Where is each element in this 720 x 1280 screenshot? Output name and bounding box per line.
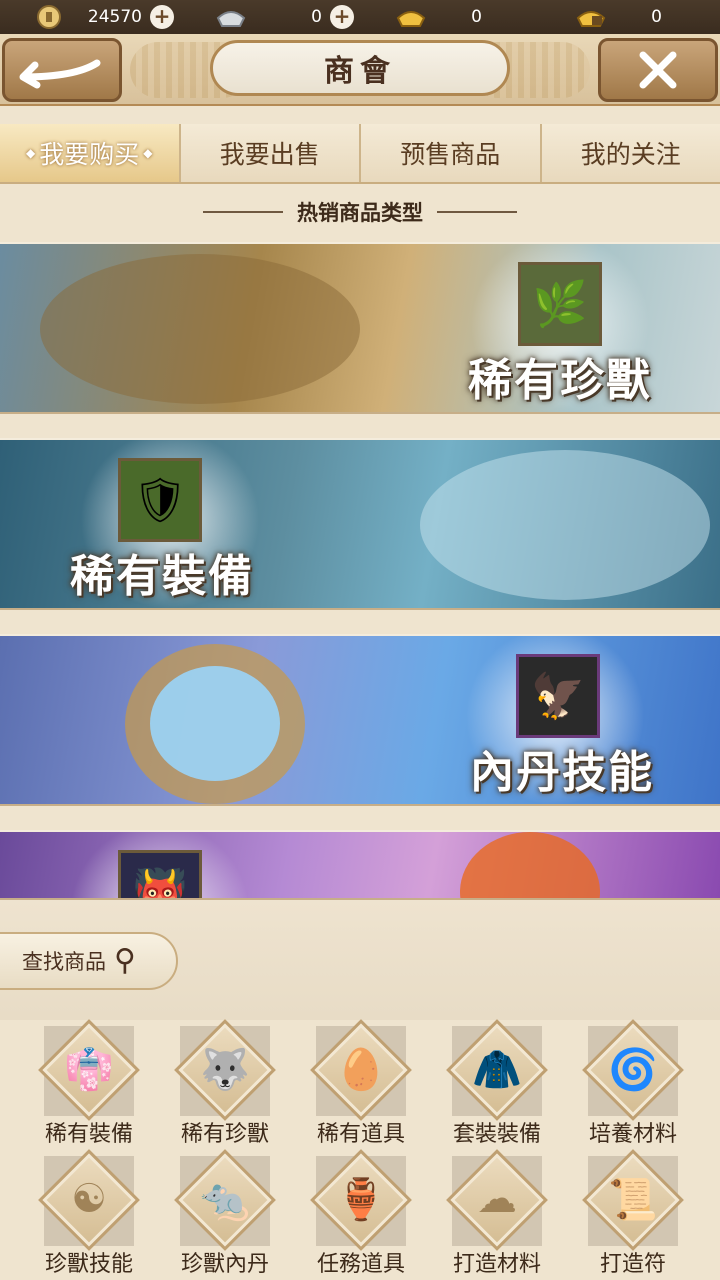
tab-bar: 我要购买 我要出售 预售商品 我的关注 <box>0 124 720 184</box>
category-label: 任務道具 <box>316 1252 405 1277</box>
dragon-art <box>40 254 360 404</box>
locked-gold-icon <box>576 11 606 27</box>
category-label: 稀有珍獸 <box>180 1122 269 1147</box>
banner-inner-core-skill[interactable]: 🦅 內丹技能 <box>0 634 720 806</box>
divider-left <box>203 211 283 213</box>
category-set-equipment[interactable]: 🧥 套裝裝備 <box>432 1019 562 1148</box>
swirl-orb-icon: 🌀 <box>608 1047 658 1093</box>
swirl-art <box>150 666 280 781</box>
tab-presale[interactable]: 预售商品 <box>361 124 542 182</box>
divider-right <box>437 211 517 213</box>
category-label: 稀有道具 <box>316 1122 405 1147</box>
search-button[interactable]: 查找商品 ⚲ <box>0 932 178 990</box>
category-label: 珍獸技能 <box>44 1252 133 1277</box>
page-title: 商會 <box>324 54 396 89</box>
tab-sell[interactable]: 我要出售 <box>181 124 361 182</box>
category-rare-equipment[interactable]: 👘 稀有裝備 <box>24 1019 154 1148</box>
currency-locked-gold: 0 <box>540 0 720 34</box>
add-coin-button[interactable]: + <box>150 5 174 29</box>
category-forge-material[interactable]: ☁ 打造材料 <box>432 1149 562 1278</box>
banner-list[interactable]: 🌿 稀有珍獸 🛡 稀有裝備 🦅 內丹技能 👹 <box>0 240 720 900</box>
category-label: 打造材料 <box>452 1252 541 1277</box>
scroll-icon: 📜 <box>608 1177 658 1223</box>
tab-buy[interactable]: 我要购买 <box>0 124 181 182</box>
coin-icon <box>37 5 61 29</box>
triskele-icon: ☯ <box>71 1176 107 1222</box>
jar-icon: 🏺 <box>336 1177 386 1223</box>
category-label: 套裝裝備 <box>452 1122 541 1147</box>
eagle-icon: 🦅 <box>516 654 600 738</box>
section-header: 热销商品类型 <box>0 190 720 234</box>
back-button[interactable] <box>2 38 122 102</box>
fire-orb-art <box>460 832 600 898</box>
category-forge-talisman[interactable]: 📜 打造符 <box>568 1149 698 1278</box>
category-grid: 👘 稀有裝備 🐺 稀有珍獸 🥚 稀有道具 🧥 套裝裝備 🌀 培養材料 ☯ 珍獸技… <box>0 1019 720 1280</box>
silver-value: 0 <box>311 7 322 27</box>
banner-label: 稀有珍獸 <box>468 355 652 406</box>
armor-icon: 🛡 <box>118 458 202 542</box>
category-quest-item[interactable]: 🏺 任務道具 <box>296 1149 426 1278</box>
egg-icon: 🥚 <box>336 1047 386 1093</box>
category-pet-skill[interactable]: ☯ 珍獸技能 <box>24 1149 154 1278</box>
coin-value: 24570 <box>87 7 142 27</box>
title-plaque: 商會 <box>210 40 510 96</box>
robe-icon: 👘 <box>64 1047 114 1093</box>
plant-pet-icon: 🌿 <box>518 262 602 346</box>
search-label: 查找商品 <box>22 950 106 974</box>
gold-ingot-icon <box>396 11 426 27</box>
search-area: 查找商品 ⚲ <box>0 900 720 1020</box>
banner-label: 稀有裝備 <box>70 551 254 602</box>
currency-gold: 0 <box>360 0 540 34</box>
category-label: 稀有裝備 <box>44 1122 133 1147</box>
category-label: 打造符 <box>599 1252 666 1277</box>
ice-dragon-art <box>420 450 710 600</box>
close-icon <box>639 51 677 89</box>
banner-rare-equipment[interactable]: 🛡 稀有裝備 <box>0 438 720 610</box>
beast-icon: 🐺 <box>200 1047 250 1093</box>
currency-bar: 24570 + 0 + 0 0 <box>0 0 720 34</box>
add-silver-button[interactable]: + <box>330 5 354 29</box>
cloud-icon: ☁ <box>477 1176 517 1222</box>
suit-icon: 🧥 <box>472 1047 522 1093</box>
back-arrow-icon <box>19 59 101 89</box>
category-rare-item[interactable]: 🥚 稀有道具 <box>296 1019 426 1148</box>
category-pet-core[interactable]: 🐀 珍獸內丹 <box>160 1149 290 1278</box>
category-label: 珍獸內丹 <box>180 1252 269 1277</box>
section-title: 热销商品类型 <box>297 201 423 225</box>
tab-watchlist[interactable]: 我的关注 <box>542 124 720 182</box>
title-bar: 商會 <box>0 34 720 106</box>
currency-coin: 24570 + <box>0 0 180 34</box>
gold-value: 0 <box>471 7 482 27</box>
category-label: 培養材料 <box>588 1122 677 1147</box>
banner-partial[interactable]: 👹 <box>0 830 720 900</box>
close-button[interactable] <box>598 38 718 102</box>
search-icon: ⚲ <box>114 943 136 978</box>
locked-gold-value: 0 <box>651 7 662 27</box>
banner-label: 內丹技能 <box>470 747 654 798</box>
category-rare-pet[interactable]: 🐺 稀有珍獸 <box>160 1019 290 1148</box>
currency-silver: 0 + <box>180 0 360 34</box>
demon-icon: 👹 <box>118 850 202 898</box>
banner-rare-pet[interactable]: 🌿 稀有珍獸 <box>0 242 720 414</box>
rat-icon: 🐀 <box>200 1177 250 1223</box>
category-cultivation-material[interactable]: 🌀 培養材料 <box>568 1019 698 1148</box>
silver-ingot-icon <box>216 11 246 27</box>
